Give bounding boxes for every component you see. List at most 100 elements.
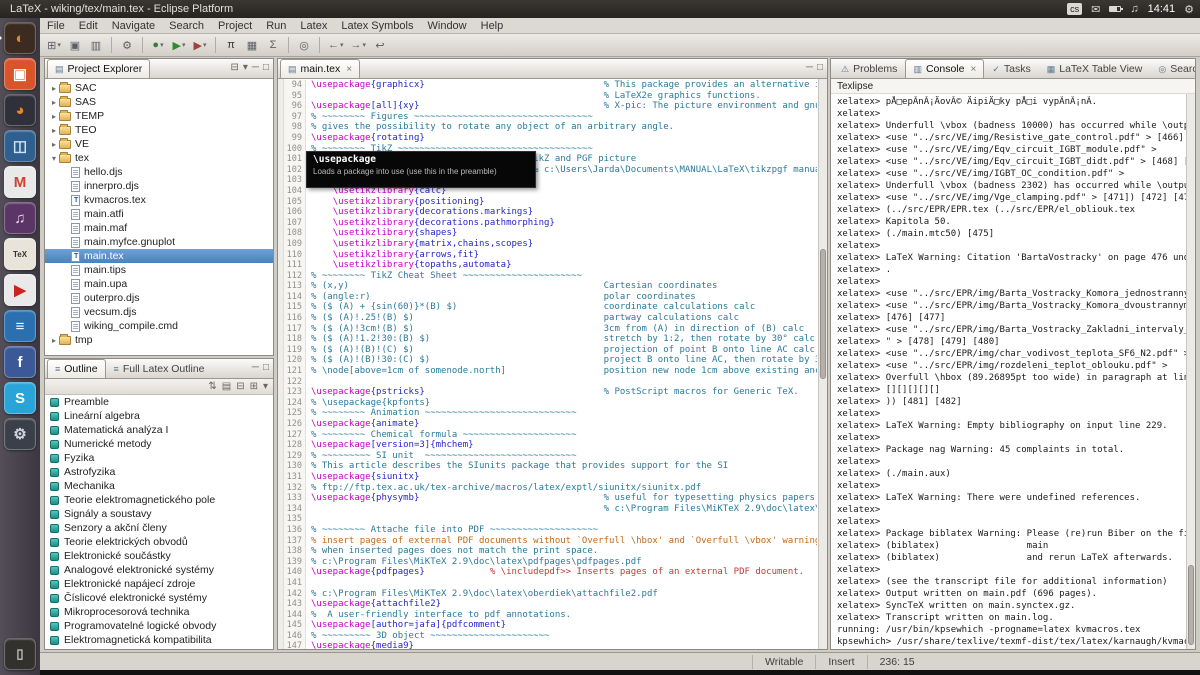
outline-item-sign-ly-a-soustavy[interactable]: Signály a soustavy [45,507,273,521]
latex-symbols-button[interactable]: Σ [263,36,283,55]
print-button[interactable]: ▥ [86,36,106,55]
tree-item-main-upa[interactable]: main.upa [45,277,273,291]
outline-item-senzory-a-ak-n-leny[interactable]: Senzory a akční členy [45,521,273,535]
mail-icon[interactable]: ✉ [1091,3,1100,16]
menu-help[interactable]: Help [474,20,511,32]
outline-tab-full-latex-outline[interactable]: ≡ Full Latex Outline [106,359,213,378]
collapse-all-button[interactable]: ⊟ [230,63,238,73]
launcher-youtube[interactable]: ▶ [4,274,36,306]
tree-item-main-tips[interactable]: main.tips [45,263,273,277]
tree-item-main-maf[interactable]: main.maf [45,221,273,235]
expand-all-button[interactable]: ⊞ [250,381,258,392]
launcher-gmail[interactable]: M [4,166,36,198]
tree-item-tmp[interactable]: ▸ tmp [45,333,273,347]
collapsed-arrow-icon[interactable]: ▸ [49,140,59,149]
table-view-button[interactable]: ▦ [242,36,262,55]
expanded-arrow-icon[interactable]: ▾ [49,154,59,163]
outline-item-teorie-elektromagnetick-ho-pole[interactable]: Teorie elektromagnetického pole [45,493,273,507]
menu-run[interactable]: Run [259,20,293,32]
explorer-tab-project-explorer[interactable]: ▤ Project Explorer [47,59,151,78]
minimize-button[interactable]: ─ [252,63,259,73]
outline-item-preamble[interactable]: Preamble [45,395,273,409]
launcher-eclipse[interactable]: ◐ [0,22,36,54]
debug-button[interactable]: ● ▾ [148,36,168,55]
outline-item-analogov-elektronick-syst-my[interactable]: Analogové elektronické systémy [45,563,273,577]
launcher-settings[interactable]: ⚙ [4,418,36,450]
menu-project[interactable]: Project [211,20,259,32]
session-menu-icon[interactable]: ⚙ [1184,3,1194,16]
editor-scrollbar[interactable] [818,79,827,649]
filter-button[interactable]: ▤ [222,381,231,392]
tree-item-hello-djs[interactable]: hello.djs [45,165,273,179]
maximize-button[interactable]: □ [817,63,823,73]
launcher-skype[interactable]: S [4,382,36,414]
launcher-writer[interactable]: ≡ [4,310,36,342]
outline-item-astrofyzika[interactable]: Astrofyzika [45,465,273,479]
code-editor[interactable]: 94 \usepackage{graphicx} % This package p… [278,79,827,649]
tree-item-outerpro-djs[interactable]: outerpro.djs [45,291,273,305]
outline-item-elektronick-nap-jec-zdroje[interactable]: Elektronické napájecí zdroje [45,577,273,591]
launcher-virtualbox[interactable]: ◫ [4,130,36,162]
view-tab-search[interactable]: ◎Search [1150,59,1195,78]
outline-item-teorie-elektrick-ch-obvod[interactable]: Teorie elektrických obvodů [45,535,273,549]
sort-button[interactable]: ⇅ [208,381,216,392]
launcher-trash[interactable]: ▯ [4,638,36,670]
collapsed-arrow-icon[interactable]: ▸ [49,84,59,93]
launcher-texworks[interactable]: TeX [4,238,36,270]
build-project-button[interactable]: ⚙ [117,36,137,55]
outline-list[interactable]: Preamble Lineární algebra Matematická anal… [45,395,273,647]
outline-item-fyzika[interactable]: Fyzika [45,451,273,465]
tree-item-tex[interactable]: ▾ tex [45,151,273,165]
launcher-facebook[interactable]: f [4,346,36,378]
outline-item-mikroprocesorov-technika[interactable]: Mikroprocesorová technika [45,605,273,619]
collapse-all-button[interactable]: ⊟ [236,381,244,392]
outline-item-matematick-anal-za-i[interactable]: Matematická analýza I [45,423,273,437]
back-button[interactable]: ← ▾ [325,36,347,55]
outline-tab-outline[interactable]: ≡ Outline [47,359,106,378]
collapsed-arrow-icon[interactable]: ▸ [49,126,59,135]
view-tab-tasks[interactable]: ✓ Tasks [984,59,1038,78]
outline-item-line-rn-algebra[interactable]: Lineární algebra [45,409,273,423]
view-tab-latex-table-view[interactable]: ▦ LaTeX Table View [1039,59,1151,78]
sound-icon[interactable]: ♫ [1130,3,1138,15]
launcher-software-center[interactable]: ▣ [4,58,36,90]
view-tab-problems[interactable]: ⚠ Problems [833,59,905,78]
maximize-button[interactable]: □ [263,363,269,373]
keyboard-layout-indicator[interactable]: cs [1067,3,1083,15]
search-button[interactable]: ◎ [294,36,314,55]
battery-icon[interactable] [1109,6,1124,12]
collapsed-arrow-icon[interactable]: ▸ [49,98,59,107]
menu-edit[interactable]: Edit [72,20,105,32]
tree-item-innerpro-djs[interactable]: innerpro.djs [45,179,273,193]
tree-item-sac[interactable]: ▸ SAC [45,81,273,95]
tree-item-teo[interactable]: ▸ TEO [45,123,273,137]
menu-file[interactable]: File [40,20,72,32]
tree-item-kvmacros-tex[interactable]: kvmacros.tex [45,193,273,207]
collapsed-arrow-icon[interactable]: ▸ [49,112,59,121]
menu-search[interactable]: Search [162,20,211,32]
tree-item-ve[interactable]: ▸ VE [45,137,273,151]
launcher-media-player[interactable]: ♫ [4,202,36,234]
launcher-firefox[interactable]: ◕ [4,94,36,126]
tree-item-main-tex[interactable]: main.tex [45,249,273,263]
tree-item-wiking-compile-cmd[interactable]: wiking_compile.cmd [45,319,273,333]
maximize-button[interactable]: □ [263,63,269,73]
console-output[interactable]: xelatex> pÅ□epÃ­nÃ¡ÄovÃ© ÄipiÄ□ky pÅ□i v… [831,94,1195,649]
outline-item-programovateln-logick-obvody[interactable]: Programovatelné logické obvody [45,619,273,633]
outline-item-slicov-elektronick-syst-my[interactable]: Číslicové elektronické systémy [45,591,273,605]
console-scrollbar[interactable] [1186,94,1195,649]
outline-item-elektromagnetick-kompatibilita[interactable]: Elektromagnetická kompatibilita [45,633,273,647]
minimize-button[interactable]: ─ [806,63,813,73]
save-button[interactable]: ▣ [65,36,85,55]
tree-item-main-myfce-gnuplot[interactable]: main.myfce.gnuplot [45,235,273,249]
project-explorer-tree[interactable]: ▸ SAC ▸ SAS ▸ TEMP ▸ TEO ▸ VE ▾ tex hello.djs innerpr… [45,79,273,347]
run-button[interactable]: ▶ ▾ [169,36,189,55]
outline-item-elektronick-sou-stky[interactable]: Elektronické součástky [45,549,273,563]
menu-latex[interactable]: Latex [293,20,334,32]
new-wizard-button[interactable]: ⊞ ▾ [44,36,64,55]
view-menu-button[interactable]: ▾ [243,63,248,73]
view-menu-button[interactable]: ▾ [263,381,268,392]
forward-button[interactable]: → ▾ [348,36,370,55]
tree-item-main-atfi[interactable]: main.atfi [45,207,273,221]
close-icon[interactable]: × [346,64,352,75]
